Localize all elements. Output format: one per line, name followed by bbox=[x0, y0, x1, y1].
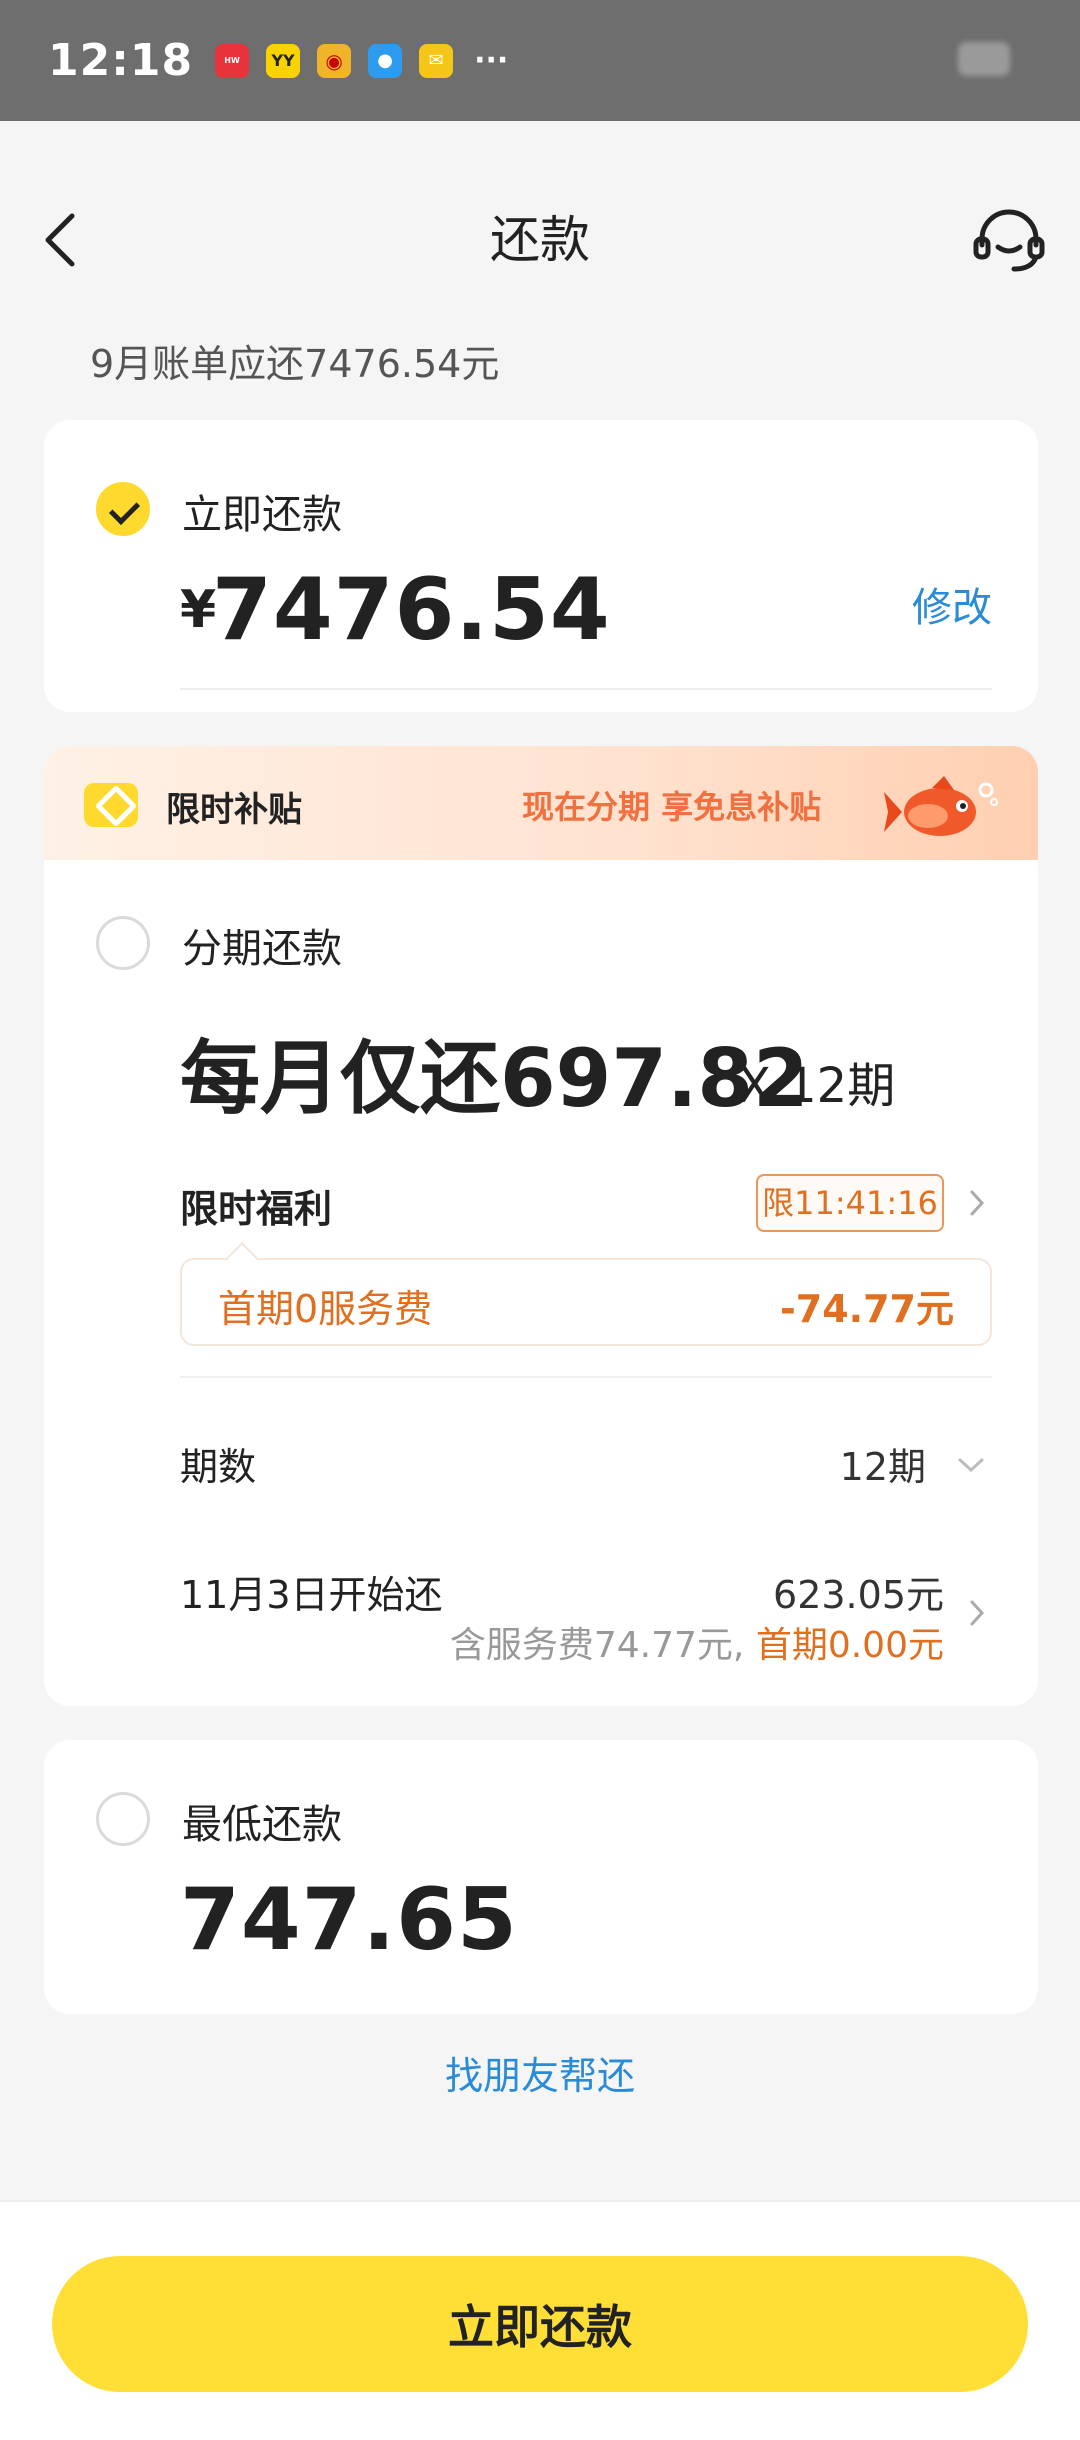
battery-indicator bbox=[958, 42, 1010, 76]
promo-title: 限时补贴 bbox=[166, 790, 302, 830]
periods-select[interactable]: 12期 bbox=[840, 1436, 926, 1491]
huawei-store-icon: HW bbox=[215, 43, 250, 78]
edit-amount-link[interactable]: 修改 bbox=[912, 575, 992, 633]
page-title: 还款 bbox=[490, 211, 590, 269]
minimum-amount: 747.65 bbox=[180, 1870, 518, 1970]
countdown-badge: 限11:41:16 bbox=[756, 1174, 944, 1232]
start-amount: 623.05元 bbox=[773, 1573, 944, 1617]
minimum-label: 最低还款 bbox=[182, 1802, 342, 1848]
bottom-bar: 立即还款 bbox=[0, 2200, 1080, 2440]
customer-service-icon[interactable] bbox=[972, 207, 1046, 275]
messages-icon: ● bbox=[368, 43, 403, 78]
fee-detail: 含服务费74.77元, 首期0.00元 bbox=[450, 1616, 944, 1668]
first-period-amount: 首期0.00元 bbox=[755, 1625, 944, 1666]
periods-multiplier: X 12期 bbox=[738, 1058, 896, 1114]
bill-summary: 9月账单应还7476.54元 bbox=[90, 342, 500, 386]
fee-included: 含服务费74.77元, bbox=[449, 1625, 745, 1666]
mail-icon: ✉ bbox=[419, 43, 454, 78]
promo-banner[interactable]: 限时补贴 现在分期 享免息补贴 bbox=[44, 746, 1038, 860]
pay-now-label: 立即还款 bbox=[182, 492, 342, 538]
benefit-name: 首期0服务费 bbox=[218, 1287, 433, 1331]
start-date-label: 11月3日开始还 bbox=[180, 1573, 443, 1617]
koi-fish-icon bbox=[884, 776, 998, 836]
subsidy-icon bbox=[84, 783, 138, 827]
installment-card[interactable]: 限时补贴 现在分期 享免息补贴 分期还款 每月仅还697.82 X 12期 限时… bbox=[44, 746, 1038, 1706]
ask-friend-link[interactable]: 找朋友帮还 bbox=[0, 2045, 1080, 2100]
minimum-radio[interactable] bbox=[96, 1792, 150, 1846]
benefit-box: 首期0服务费 -74.77元 bbox=[180, 1258, 992, 1346]
monthly-amount: 每月仅还697.82 bbox=[180, 1032, 809, 1125]
pay-now-button[interactable]: 立即还款 bbox=[52, 2256, 1028, 2392]
yy-icon: YY bbox=[266, 43, 301, 78]
amount-underline bbox=[180, 688, 992, 690]
status-time: 12:18 bbox=[48, 35, 194, 86]
periods-label: 期数 bbox=[180, 1445, 257, 1489]
installment-radio[interactable] bbox=[96, 916, 150, 970]
pay-now-radio[interactable] bbox=[96, 482, 150, 536]
pay-now-amount: 7476.54 bbox=[212, 560, 611, 660]
limited-benefit-label: 限时福利 bbox=[180, 1187, 333, 1231]
benefit-amount: -74.77元 bbox=[780, 1287, 954, 1331]
currency-symbol: ¥ bbox=[180, 580, 217, 640]
promo-slogan: 现在分期 享免息补贴 bbox=[522, 788, 822, 826]
chevron-right-icon[interactable] bbox=[962, 1188, 992, 1218]
weibo-icon: ◉ bbox=[317, 43, 352, 78]
more-notifications-icon: ··· bbox=[474, 43, 509, 78]
chevron-right-icon[interactable] bbox=[962, 1598, 992, 1628]
minimum-payment-card[interactable]: 最低还款 747.65 bbox=[44, 1740, 1038, 2014]
status-bar: 12:18 HW YY ◉ ● ✉ ··· bbox=[0, 0, 1080, 121]
pay-now-card[interactable]: 立即还款 ¥ 7476.54 修改 bbox=[44, 420, 1038, 712]
installment-label: 分期还款 bbox=[182, 926, 342, 972]
chevron-down-icon[interactable] bbox=[956, 1450, 986, 1480]
divider bbox=[180, 1376, 992, 1378]
